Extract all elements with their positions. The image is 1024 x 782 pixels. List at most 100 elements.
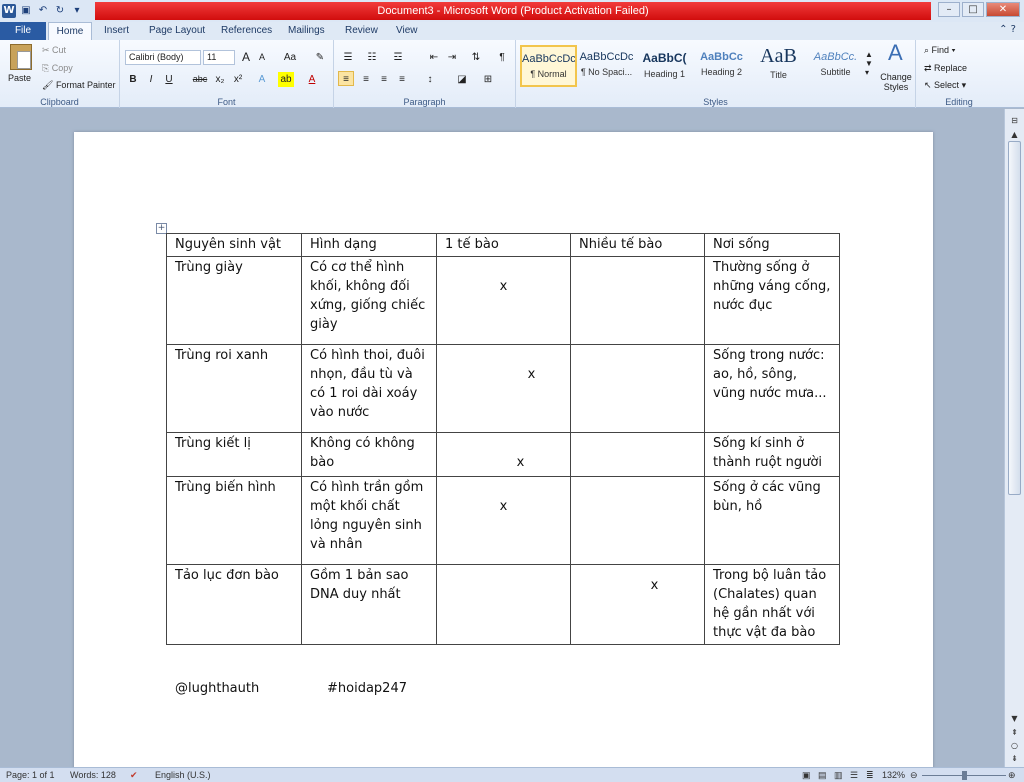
tab-view[interactable]: View	[396, 22, 418, 40]
highlight-icon[interactable]: ab	[278, 72, 294, 87]
document-page[interactable]: + Nguyên sinh vật Hình dạng 1 tế bào Nhi…	[74, 132, 933, 772]
change-styles-icon[interactable]: A	[888, 40, 903, 66]
header-cell[interactable]: Nhiều tế bào	[570, 233, 705, 257]
paste-button[interactable]: Paste	[8, 73, 31, 83]
grow-font-button[interactable]: A	[238, 50, 254, 65]
cell-name[interactable]: Trùng kiết lị	[166, 432, 302, 477]
style-subtitle[interactable]: AaBbCc. Subtitle	[807, 45, 864, 87]
font-name-combo[interactable]: Calibri (Body)	[125, 50, 201, 65]
style-no-spacing[interactable]: AaBbCcDc ¶ No Spaci...	[578, 45, 635, 87]
customize-qat-icon[interactable]: ▾	[70, 4, 84, 18]
format-painter-button[interactable]: 🖌 Format Painter	[42, 80, 115, 91]
undo-icon[interactable]: ↶	[36, 4, 50, 18]
align-center-icon[interactable]: ≡	[358, 72, 374, 87]
view-web-layout-icon[interactable]: ▥	[834, 769, 843, 782]
cell-habitat[interactable]: Trong bộ luân tảo (Chalates) quan hệ gần…	[704, 564, 840, 645]
cell-name[interactable]: Trùng giày	[166, 256, 302, 345]
shading-icon[interactable]: ◪	[454, 72, 470, 87]
next-page-icon[interactable]: ⇟	[1009, 753, 1020, 764]
cell-shape[interactable]: Có cơ thể hình khối, không đối xứng, giố…	[301, 256, 437, 345]
font-color-icon[interactable]: A	[304, 72, 320, 87]
clear-format-icon[interactable]: ✎	[312, 50, 328, 65]
previous-page-icon[interactable]: ⇞	[1009, 727, 1020, 738]
cell-habitat[interactable]: Sống trong nước: ao, hồ, sông, vũng nước…	[704, 344, 840, 433]
style-title[interactable]: AaB Title	[750, 45, 807, 87]
align-left-icon[interactable]: ≡	[338, 71, 354, 86]
zoom-in-icon[interactable]: ⊕	[1008, 769, 1016, 782]
cell-shape[interactable]: Có hình trần gồm một khối chất lỏng nguy…	[301, 476, 437, 565]
tab-references[interactable]: References	[221, 22, 272, 40]
subscript-button[interactable]: x₂	[212, 72, 228, 87]
minimize-button[interactable]: –	[938, 2, 960, 17]
cut-button[interactable]: ✂ Cut	[42, 45, 66, 56]
proofing-icon[interactable]: ✔	[130, 769, 138, 782]
cell-habitat[interactable]: Sống ở các vũng bùn, hồ	[704, 476, 840, 565]
tab-page-layout[interactable]: Page Layout	[149, 22, 205, 40]
line-spacing-icon[interactable]: ↕	[422, 72, 438, 87]
tab-insert[interactable]: Insert	[104, 22, 129, 40]
bullets-icon[interactable]: ☰	[340, 50, 356, 65]
zoom-slider-knob[interactable]	[962, 771, 967, 780]
header-cell[interactable]: Nguyên sinh vật	[166, 233, 302, 257]
cell-habitat[interactable]: Sống kí sinh ở thành ruột người	[704, 432, 840, 477]
view-full-screen-icon[interactable]: ▤	[818, 769, 827, 782]
cell-multi-cell[interactable]	[570, 432, 705, 477]
show-marks-icon[interactable]: ¶	[494, 50, 510, 65]
bold-button[interactable]: B	[125, 72, 141, 87]
superscript-button[interactable]: x²	[230, 72, 246, 87]
strikethrough-button[interactable]: abc	[190, 72, 210, 87]
browse-object-icon[interactable]: ○	[1009, 740, 1020, 751]
styles-more-icon[interactable]: ▲ ▼ ▾	[865, 50, 873, 77]
style-heading-1[interactable]: AaBbC( Heading 1	[636, 45, 693, 87]
tab-home[interactable]: Home	[48, 22, 92, 41]
header-cell[interactable]: Nơi sống	[704, 233, 840, 257]
zoom-out-icon[interactable]: ⊖	[910, 769, 918, 782]
font-size-combo[interactable]: 11	[203, 50, 235, 65]
save-icon[interactable]: ▣	[19, 4, 33, 18]
scroll-up-icon[interactable]: ▲	[1009, 129, 1020, 140]
view-outline-icon[interactable]: ☰	[850, 769, 858, 782]
change-styles-button[interactable]: Change Styles	[879, 72, 913, 92]
cell-one-cell[interactable]: x	[436, 476, 571, 565]
cell-one-cell[interactable]: x	[436, 432, 571, 477]
language-indicator[interactable]: English (U.S.)	[155, 769, 211, 782]
borders-icon[interactable]: ⊞	[480, 72, 496, 87]
style-normal[interactable]: AaBbCcDc ¶ Normal	[520, 45, 577, 87]
italic-button[interactable]: I	[143, 72, 159, 87]
select-button[interactable]: ↖ Select ▾	[924, 80, 966, 91]
redo-icon[interactable]: ↻	[53, 4, 67, 18]
tab-review[interactable]: Review	[345, 22, 378, 40]
cell-shape[interactable]: Gồm 1 bản sao DNA duy nhất	[301, 564, 437, 645]
vertical-scrollbar[interactable]: ⊟ ▲ ▼ ⇞ ○ ⇟	[1004, 109, 1024, 767]
cell-one-cell[interactable]: x	[436, 344, 571, 433]
numbering-icon[interactable]: ☷	[364, 50, 380, 65]
decrease-indent-icon[interactable]: ⇤	[426, 50, 442, 65]
data-table[interactable]: Nguyên sinh vật Hình dạng 1 tế bào Nhiều…	[166, 233, 840, 645]
help-icon[interactable]: ⌃ ?	[999, 24, 1016, 35]
cell-name[interactable]: Trùng roi xanh	[166, 344, 302, 433]
scroll-down-icon[interactable]: ▼	[1009, 713, 1020, 724]
word-logo-icon[interactable]: W	[2, 4, 16, 18]
view-draft-icon[interactable]: ≣	[866, 769, 874, 782]
find-button[interactable]: ⌕ Find ▾	[924, 45, 955, 56]
shrink-font-button[interactable]: A	[254, 50, 270, 65]
tab-file[interactable]: File	[0, 22, 46, 40]
cell-name[interactable]: Tảo lục đơn bào	[166, 564, 302, 645]
zoom-level[interactable]: 132%	[882, 769, 905, 782]
justify-icon[interactable]: ≡	[394, 72, 410, 87]
page-count[interactable]: Page: 1 of 1	[6, 769, 55, 782]
maximize-button[interactable]: □	[962, 2, 984, 17]
replace-button[interactable]: ⇄ Replace	[924, 63, 967, 74]
text-effects-icon[interactable]: A	[254, 72, 270, 87]
cell-shape[interactable]: Không có không bào	[301, 432, 437, 477]
style-heading-2[interactable]: AaBbCc Heading 2	[693, 45, 750, 87]
underline-button[interactable]: U	[161, 72, 177, 87]
copy-button[interactable]: ⎘ Copy	[42, 63, 73, 74]
tab-mailings[interactable]: Mailings	[288, 22, 325, 40]
multilevel-list-icon[interactable]: ☲	[390, 50, 406, 65]
cell-habitat[interactable]: Thường sống ở những váng cống, nước đục	[704, 256, 840, 345]
close-button[interactable]: ✕	[986, 2, 1020, 17]
increase-indent-icon[interactable]: ⇥	[444, 50, 460, 65]
cell-shape[interactable]: Có hình thoi, đuôi nhọn, đầu tù và có 1 …	[301, 344, 437, 433]
cell-one-cell[interactable]: x	[436, 256, 571, 345]
